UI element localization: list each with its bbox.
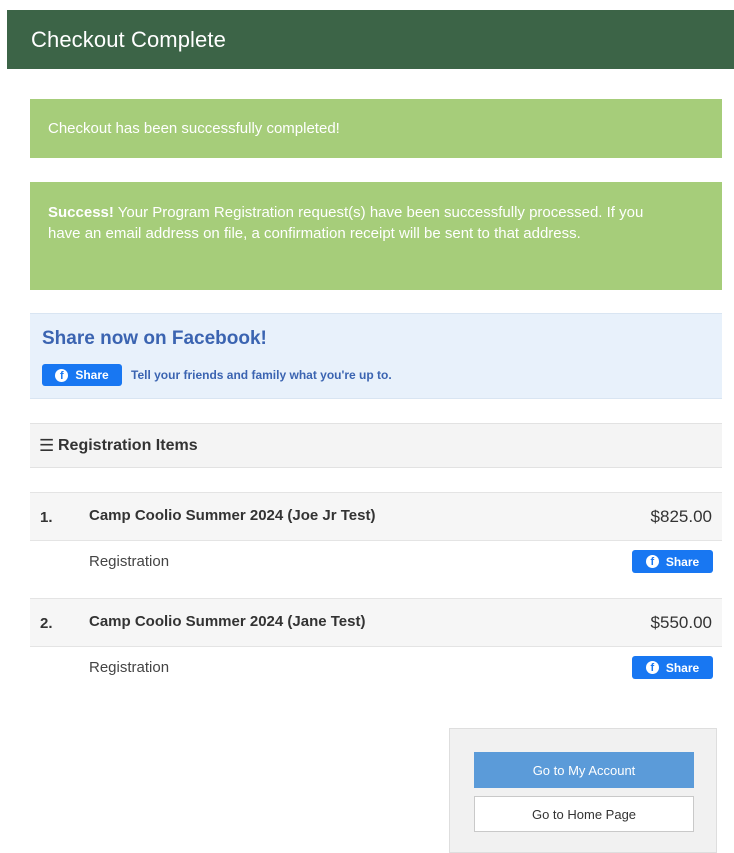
item-share-button[interactable]: f Share [632,550,713,573]
registration-item-row: 2. Camp Coolio Summer 2024 (Jane Test) $… [30,598,722,647]
checkout-complete-alert: Checkout has been successfully completed… [30,99,722,158]
facebook-icon: f [645,555,659,568]
item-price: $550.00 [650,613,712,632]
item-type: Registration [89,553,170,570]
facebook-share-button[interactable]: f Share [42,364,122,386]
checkout-complete-message: Checkout has been successfully completed… [48,120,340,137]
success-alert-text: Success! Your Program Registration reque… [48,202,668,244]
item-share-label: Share [665,554,700,569]
registration-item-detail-row: Registration f Share [30,647,722,689]
facebook-share-heading: Share now on Facebook! [42,328,267,349]
registration-items-title: Registration Items [58,437,198,454]
item-number: 2. [40,615,53,632]
go-to-home-page-button[interactable]: Go to Home Page [474,796,694,832]
navigation-actions-box: Go to My Account Go to Home Page [449,728,717,853]
item-number: 1. [40,509,53,526]
facebook-share-panel: Share now on Facebook! f Share Tell your… [30,313,722,399]
item-name: Camp Coolio Summer 2024 (Jane Test) [89,613,366,630]
item-share-label: Share [665,660,700,675]
go-to-my-account-button[interactable]: Go to My Account [474,752,694,788]
facebook-share-label: Share [75,368,109,382]
success-label: Success! [48,204,114,221]
success-alert: Success! Your Program Registration reque… [30,182,722,290]
page-header: Checkout Complete [7,10,734,69]
page-title: Checkout Complete [31,27,226,52]
registration-items-header: ☰ Registration Items [30,423,722,468]
registration-item-row: 1. Camp Coolio Summer 2024 (Joe Jr Test)… [30,492,722,541]
item-share-button[interactable]: f Share [632,656,713,679]
facebook-icon: f [55,368,69,382]
menu-icon: ☰ [39,436,55,455]
item-type: Registration [89,659,170,676]
item-price: $825.00 [650,507,712,526]
registration-item-detail-row: Registration f Share [30,541,722,583]
item-name: Camp Coolio Summer 2024 (Joe Jr Test) [89,507,376,524]
facebook-icon: f [645,661,659,674]
success-message: Your Program Registration request(s) hav… [48,204,644,242]
facebook-share-tagline: Tell your friends and family what you're… [131,368,392,382]
